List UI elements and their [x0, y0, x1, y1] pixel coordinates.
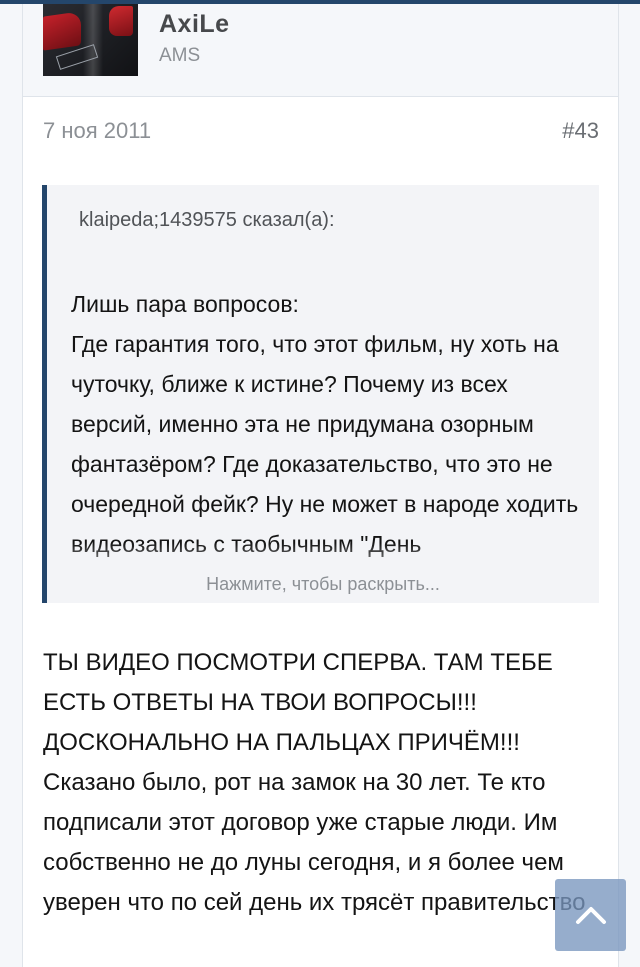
- quote-block: klaipeda;1439575 сказал(а): Лишь пара во…: [42, 185, 599, 603]
- avatar-image-detail: [43, 11, 81, 51]
- quote-text: Лишь пара вопросов: Где гарантия того, ч…: [71, 291, 579, 557]
- forum-post: AxiLe AMS 7 ноя 2011 #43 klaipeda;143957…: [22, 4, 619, 967]
- user-avatar[interactable]: [43, 4, 138, 76]
- post-user-bar: AxiLe AMS: [23, 4, 618, 97]
- post-permalink[interactable]: #43: [562, 118, 599, 144]
- user-title: AMS: [159, 45, 201, 66]
- quote-expand-link[interactable]: Нажмите, чтобы раскрыть...: [47, 574, 599, 595]
- scroll-to-top-button[interactable]: [555, 879, 626, 951]
- post-date[interactable]: 7 ноя 2011: [43, 118, 151, 144]
- quote-attribution[interactable]: klaipeda;1439575 сказал(а):: [79, 209, 335, 232]
- avatar-image-detail: [83, 4, 103, 76]
- username-link[interactable]: AxiLe: [159, 10, 230, 39]
- avatar-image-detail: [109, 6, 133, 36]
- post-message-text: ТЫ ВИДЕО ПОСМОТРИ СПЕРВА. ТАМ ТЕБЕ ЕСТЬ …: [43, 649, 586, 916]
- chevron-up-icon: [575, 907, 606, 924]
